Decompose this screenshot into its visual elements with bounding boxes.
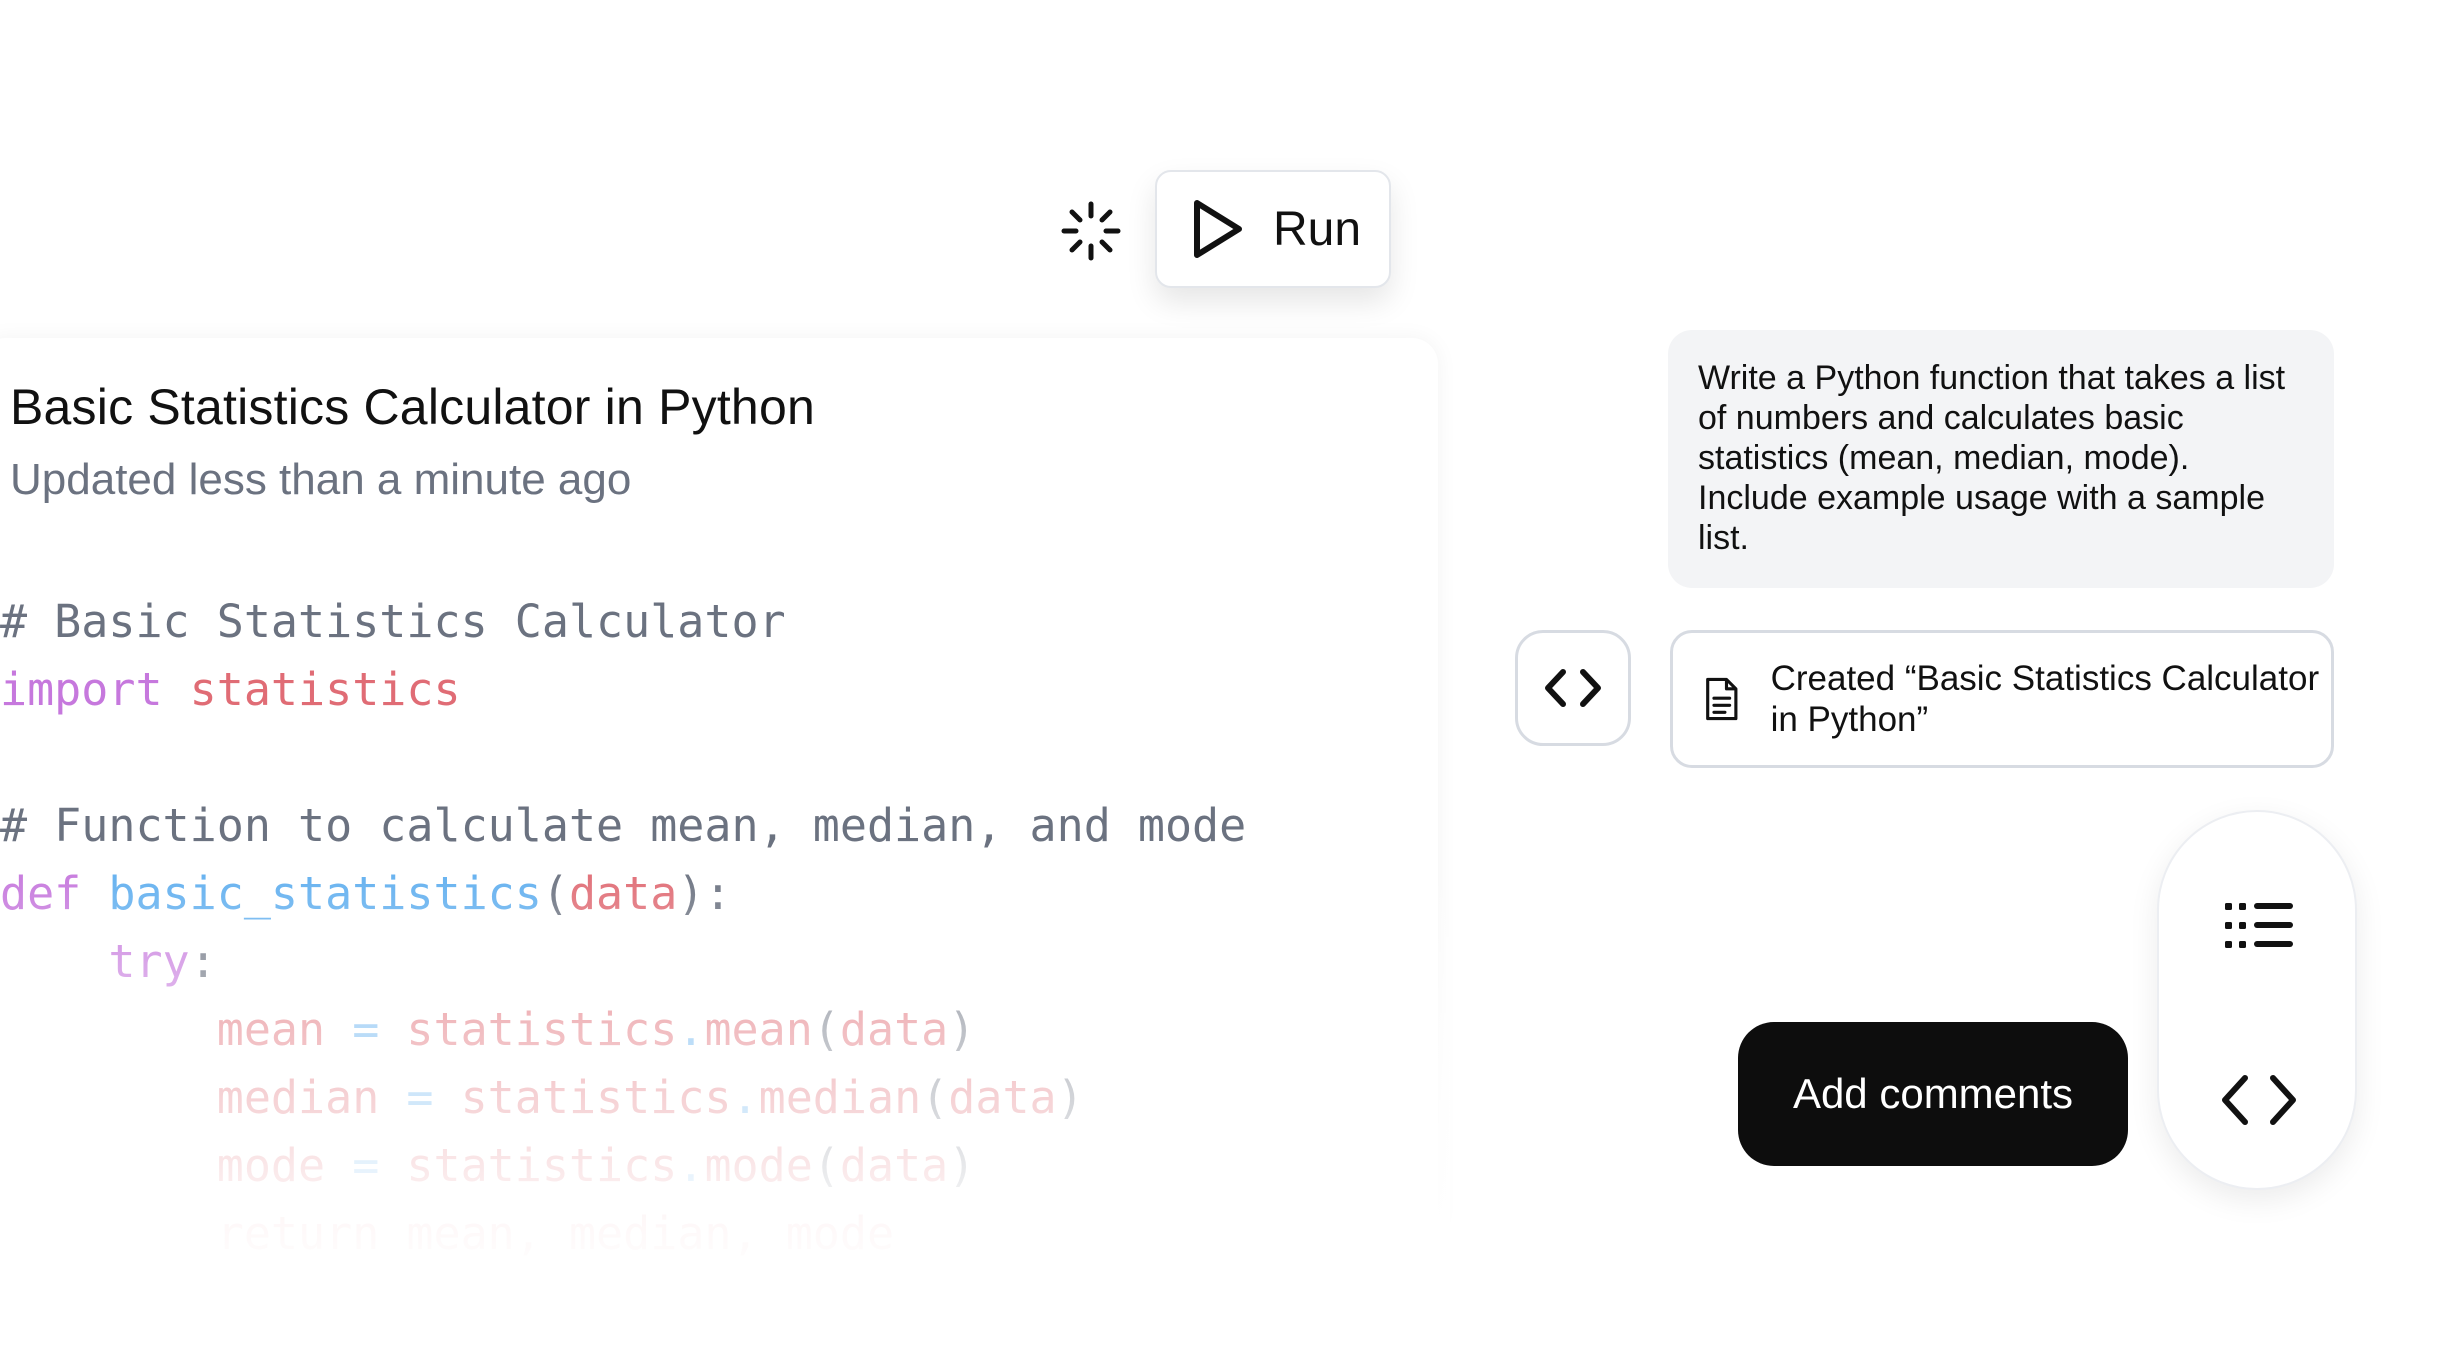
code-line-2: import statistics [0,663,461,716]
code-block[interactable]: # Basic Statistics Calculator import stat… [0,588,1246,1268]
code-brackets-icon [1545,669,1601,707]
loading-spinner-icon [1061,201,1121,261]
list-icon [2225,903,2293,948]
created-document-card[interactable]: Created “Basic Statistics Calculator in … [1670,630,2334,768]
code-line-6: try: [108,935,217,988]
document-title: Basic Statistics Calculator in Python [10,379,815,435]
created-document-label: Created “Basic Statistics Calculator in … [1770,659,2320,739]
code-line-10: return mean, median, mode [216,1207,895,1260]
document-updated-status: Updated less than a minute ago [10,455,632,504]
code-tool-button[interactable] [2159,1030,2359,1170]
list-tool-button[interactable] [2159,856,2359,996]
user-prompt-bubble: Write a Python function that takes a lis… [1668,330,2334,588]
code-line-7: mean = statistics.mean(data) [216,1003,976,1056]
code-line-5: def basic_statistics(data): [0,867,732,920]
code-brackets-icon [2222,1075,2296,1125]
code-line-4: # Function to calculate mean, median, an… [0,799,1247,852]
code-view-button[interactable] [1515,630,1631,746]
code-line-8: median = statistics.median(data) [216,1071,1084,1124]
document-icon [1706,677,1738,721]
code-line-1: # Basic Statistics Calculator [0,595,786,648]
add-comments-button[interactable]: Add comments [1738,1022,2128,1166]
play-icon [1194,200,1242,258]
run-button[interactable]: Run [1155,170,1391,288]
run-label: Run [1273,202,1362,256]
floating-tool-panel [2157,810,2357,1190]
code-line-9: mode = statistics.mode(data) [216,1139,976,1192]
